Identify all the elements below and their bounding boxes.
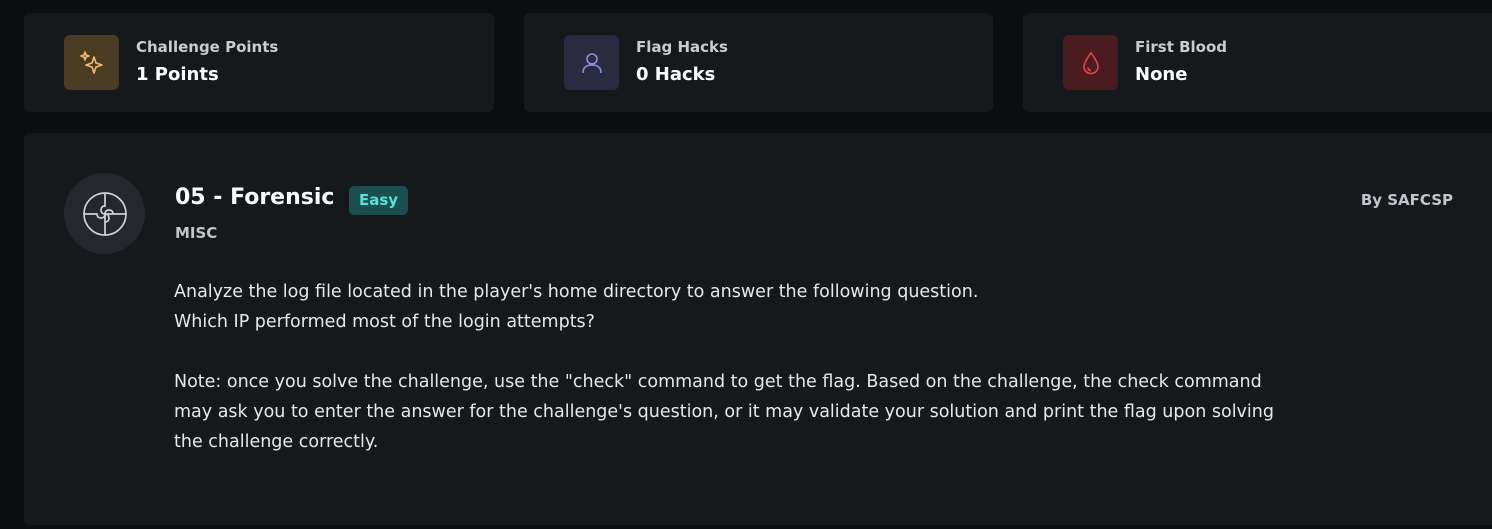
difficulty-badge: Easy: [349, 186, 409, 215]
stat-card-flag-hacks: Flag Hacks 0 Hacks: [524, 13, 993, 112]
user-icon: [564, 35, 619, 90]
stat-card-challenge-points: Challenge Points 1 Points: [24, 13, 494, 112]
stat-label: First Blood: [1135, 38, 1228, 56]
stat-label: Flag Hacks: [636, 38, 728, 56]
challenge-card: 05 - Forensic Easy MISC By SAFCSP Analyz…: [24, 133, 1492, 525]
challenge-description: Analyze the log file located in the play…: [174, 277, 1304, 457]
description-note: Note: once you solve the challenge, use …: [174, 372, 1274, 452]
challenge-author: By SAFCSP: [1360, 191, 1453, 209]
stat-value: None: [1135, 64, 1188, 85]
stat-value: 1 Points: [136, 64, 219, 85]
description-line: Which IP performed most of the login att…: [174, 312, 595, 332]
stat-value: 0 Hacks: [636, 64, 716, 85]
description-line: Analyze the log file located in the play…: [174, 282, 979, 302]
blood-drop-icon: [1063, 35, 1118, 90]
stat-label: Challenge Points: [136, 38, 279, 56]
puzzle-icon: [64, 173, 145, 254]
stat-card-first-blood: First Blood None: [1023, 13, 1492, 112]
challenge-title: 05 - Forensic: [175, 185, 335, 210]
challenge-category: MISC: [175, 224, 218, 242]
sparkles-icon: [64, 35, 119, 90]
